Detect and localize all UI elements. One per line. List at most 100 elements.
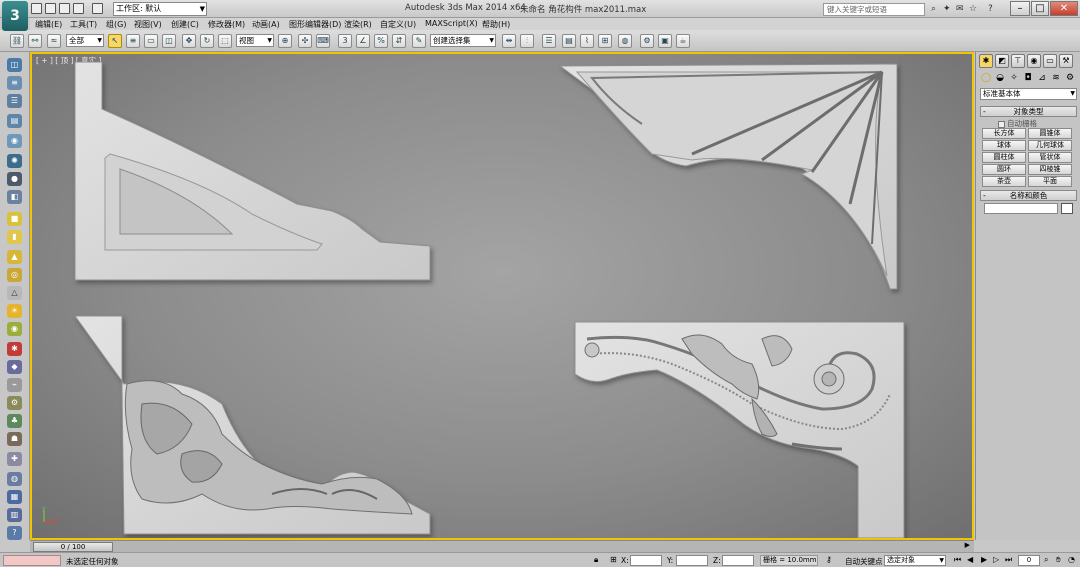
new-file-icon[interactable] <box>31 3 42 14</box>
modify-tab-icon[interactable]: ◩ <box>995 54 1009 68</box>
chevron-right-icon[interactable]: ▶ <box>965 541 970 549</box>
percent-snap-icon[interactable]: % <box>374 34 388 48</box>
graphite-toggle-icon[interactable]: ▤ <box>562 34 576 48</box>
communication-icon[interactable]: ✉ <box>956 4 964 14</box>
sun-icon[interactable]: ☀ <box>7 304 22 318</box>
subscription-icon[interactable]: ✦ <box>943 4 951 14</box>
time-slider-thumb[interactable]: 0 / 100 <box>33 542 113 552</box>
menu-customize[interactable]: 自定义(U) <box>380 19 416 30</box>
wrench-icon[interactable]: ✚ <box>7 452 22 466</box>
key-icon[interactable]: ⚷ <box>826 555 832 564</box>
help-circle-icon[interactable]: ? <box>7 526 22 540</box>
keyboard-shortcut-override-icon[interactable]: ⌨ <box>316 34 330 48</box>
layer-explorer-icon[interactable]: ≡ <box>7 76 22 90</box>
key-filter-select[interactable]: 选定对象 ▼ <box>884 555 946 566</box>
close-button[interactable]: ✕ <box>1050 1 1078 16</box>
link-icon[interactable]: ⛓ <box>10 34 24 48</box>
teapot-button[interactable]: 茶壶 <box>982 176 1026 187</box>
list-icon[interactable]: ▤ <box>7 114 22 128</box>
selection-filter-select[interactable]: 全部 ▼ <box>66 34 104 47</box>
edit-named-selection-icon[interactable]: ✎ <box>412 34 426 48</box>
box-icon[interactable]: ■ <box>7 212 22 226</box>
mirror-icon[interactable]: ⇹ <box>502 34 516 48</box>
render-production-icon[interactable]: ☕ <box>676 34 690 48</box>
workspace-select[interactable]: 工作区: 默认 ▼ <box>113 2 207 16</box>
name-and-color-rollout[interactable]: - 名称和颜色 <box>980 190 1077 201</box>
material-editor-icon[interactable]: ◍ <box>618 34 632 48</box>
search-input[interactable]: 键入关键字或短语 <box>823 3 925 16</box>
save-file-icon[interactable] <box>59 3 70 14</box>
play-icon[interactable]: ▶ <box>981 555 987 564</box>
y-coord-field[interactable] <box>676 555 708 566</box>
previous-frame-icon[interactable]: ◀ <box>967 555 973 564</box>
binoculars-icon[interactable]: ⌕ <box>931 4 936 14</box>
hierarchy-tab-icon[interactable]: ⊤ <box>1011 54 1025 68</box>
pyramid-icon[interactable]: △ <box>7 286 22 300</box>
select-rotate-icon[interactable]: ↻ <box>200 34 214 48</box>
time-slider[interactable]: 0 / 100 ▶ <box>30 540 974 552</box>
menu-modifiers[interactable]: 修改器(M) <box>208 19 245 30</box>
shape-icon[interactable]: ◧ <box>7 190 22 204</box>
helper-icon[interactable]: ◆ <box>7 360 22 374</box>
systems-icon[interactable]: ⚙ <box>7 396 22 410</box>
pyramid-button[interactable]: 四棱锥 <box>1028 164 1072 175</box>
reference-coordinate-select[interactable]: 视图 ▼ <box>236 34 274 47</box>
menu-rendering[interactable]: 渲染(R) <box>344 19 372 30</box>
orbit-icon[interactable]: ◔ <box>1068 555 1075 564</box>
scene-explorer-icon[interactable]: ☰ <box>7 94 22 108</box>
motion-tab-icon[interactable]: ◉ <box>1027 54 1041 68</box>
bind-space-warp-icon[interactable]: ≈ <box>47 34 61 48</box>
cylinder-icon[interactable]: ▮ <box>7 230 22 244</box>
cone-icon[interactable]: ▲ <box>7 250 22 264</box>
lights-icon[interactable]: ✧ <box>1008 72 1020 84</box>
grid-icon[interactable]: ▦ <box>7 490 22 504</box>
z-coord-field[interactable] <box>722 555 754 566</box>
pivot-center-icon[interactable]: ⊕ <box>278 34 292 48</box>
object-color-swatch[interactable] <box>1061 203 1073 214</box>
auto-key-button[interactable]: 自动关键点 <box>845 556 883 567</box>
schematic-view-icon[interactable]: ⊞ <box>598 34 612 48</box>
go-to-end-icon[interactable]: ⏭ <box>1005 555 1012 565</box>
menu-maxscript[interactable]: MAXScript(X) <box>425 19 478 28</box>
selection-lock-icon[interactable]: 🔒︎ <box>594 555 598 565</box>
maxscript-listener[interactable] <box>3 555 61 566</box>
menu-graph-editors[interactable]: 图形编辑器(D) <box>289 19 341 30</box>
space-warps-icon[interactable]: ≋ <box>1050 72 1062 84</box>
geometry-type-select[interactable]: 标准基本体 ▼ <box>980 88 1077 100</box>
select-by-name-icon[interactable]: ≡ <box>126 34 140 48</box>
absolute-mode-icon[interactable]: ⊞ <box>610 555 617 564</box>
shapes-icon[interactable]: ◒ <box>994 72 1006 84</box>
tree-icon[interactable]: ♣ <box>7 414 22 428</box>
undo-icon[interactable] <box>73 3 84 14</box>
geosphere-button[interactable]: 几何球体 <box>1028 140 1072 151</box>
plane-button[interactable]: 平面 <box>1028 176 1072 187</box>
create-tab-icon[interactable]: ✱ <box>979 54 993 68</box>
biped-icon[interactable]: ☗ <box>7 432 22 446</box>
corner-piece-top-left[interactable] <box>74 61 431 281</box>
snaps-toggle-icon[interactable]: 3 <box>338 34 352 48</box>
pan-icon[interactable]: ✋︎ <box>1056 555 1061 565</box>
menu-views[interactable]: 视图(V) <box>134 19 162 30</box>
unlink-icon[interactable]: ⚯ <box>28 34 42 48</box>
utilities-tab-icon[interactable]: ⚒ <box>1059 54 1073 68</box>
x-coord-field[interactable] <box>630 555 662 566</box>
corner-piece-top-right[interactable] <box>558 63 898 290</box>
camera-icon[interactable]: ◉ <box>7 134 22 148</box>
geosphere-icon[interactable]: ◉ <box>7 322 22 336</box>
globe-icon[interactable]: ◍ <box>7 472 22 486</box>
angle-snap-icon[interactable]: ∠ <box>356 34 370 48</box>
particle-icon[interactable]: ✱ <box>7 342 22 356</box>
cone-button[interactable]: 圆锥体 <box>1028 128 1072 139</box>
zoom-icon[interactable]: ⌕ <box>1044 555 1048 565</box>
box-button[interactable]: 长方体 <box>982 128 1026 139</box>
tube-button[interactable]: 管状体 <box>1028 152 1072 163</box>
app-logo-icon[interactable]: 3 <box>2 1 28 31</box>
spacewarp-icon[interactable]: ⌁ <box>7 378 22 392</box>
open-file-icon[interactable] <box>45 3 56 14</box>
cylinder-button[interactable]: 圆柱体 <box>982 152 1026 163</box>
corner-piece-bottom-left[interactable] <box>74 315 431 535</box>
select-move-icon[interactable]: ✥ <box>182 34 196 48</box>
light-icon[interactable]: ✺ <box>7 154 22 168</box>
go-to-start-icon[interactable]: ⏮ <box>954 555 961 565</box>
systems-icon[interactable]: ⚙ <box>1064 72 1076 84</box>
